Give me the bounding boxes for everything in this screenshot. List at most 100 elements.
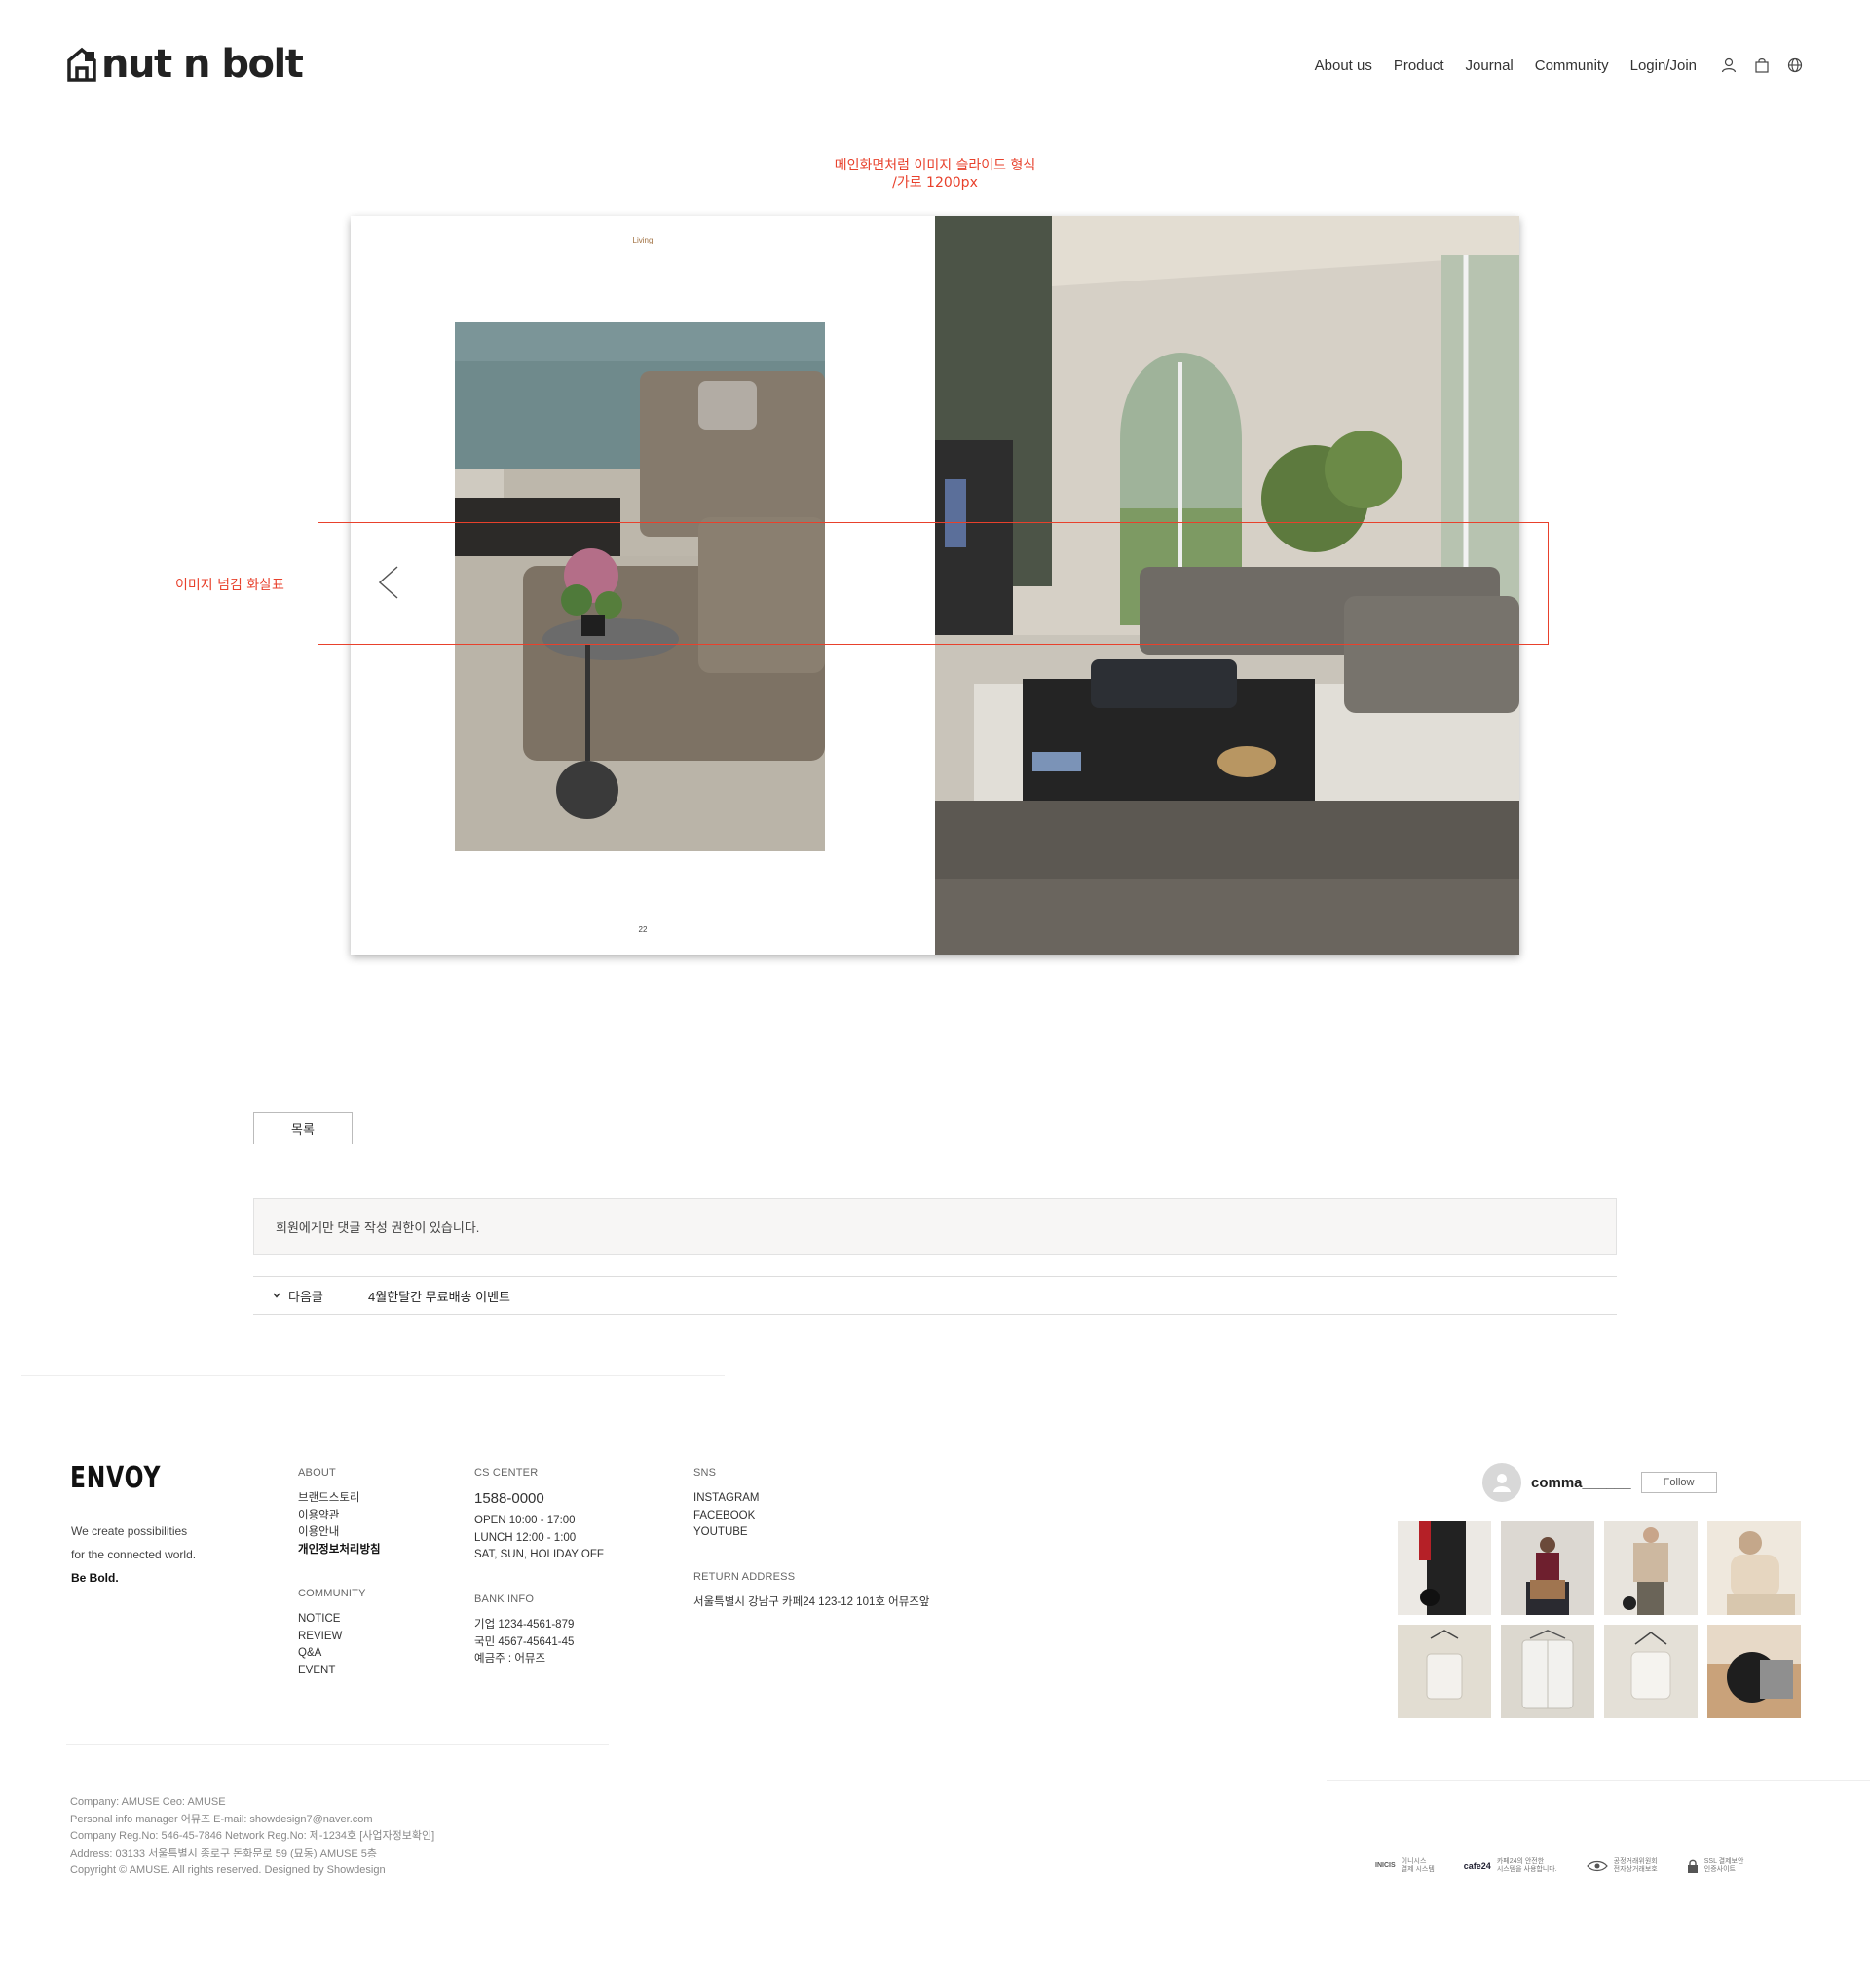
badge-ftc[interactable]: 공정거래위원회 전자상거래보호 <box>1586 1858 1658 1874</box>
footer-divider-right <box>1327 1780 1870 1781</box>
divider <box>21 1375 725 1376</box>
instagram-post[interactable] <box>1501 1625 1594 1718</box>
footer-link-review[interactable]: REVIEW <box>298 1629 342 1646</box>
chevron-down-icon <box>273 1293 280 1298</box>
cafe24-text1: 카페24의 안전한 <box>1496 1858 1545 1865</box>
user-silhouette-icon <box>1493 1474 1511 1492</box>
chevron-left-icon <box>378 566 398 599</box>
instagram-header: comma______ Follow <box>1482 1463 1717 1502</box>
next-post-title[interactable]: 4월한달간 무료배송 이벤트 <box>368 1287 510 1305</box>
ftc-text1: 공정거래위원회 <box>1613 1858 1658 1865</box>
slide-prev-arrow[interactable] <box>374 563 403 602</box>
footer-link-qna[interactable]: Q&A <box>298 1645 342 1663</box>
footer-sns-list: INSTAGRAM FACEBOOK YOUTUBE <box>693 1490 760 1542</box>
instagram-username[interactable]: comma______ <box>1531 1475 1631 1491</box>
footer-about-heading: ABOUT <box>298 1467 336 1479</box>
instagram-post[interactable] <box>1398 1625 1491 1718</box>
footer-link-youtube[interactable]: YOUTUBE <box>693 1524 760 1542</box>
footer-link-notice[interactable]: NOTICE <box>298 1611 342 1629</box>
bag-icon[interactable] <box>1753 56 1771 74</box>
nav-product[interactable]: Product <box>1394 57 1444 74</box>
instagram-post[interactable] <box>1707 1625 1801 1718</box>
bank-holder: 예금주 : 어뮤즈 <box>474 1653 546 1665</box>
ssl-text1: SSL 결제보안 <box>1703 1858 1744 1865</box>
company-line-2: Personal info manager 어뮤즈 E-mail: showde… <box>70 1813 373 1825</box>
inicis-text1: 이니시스 <box>1401 1858 1427 1865</box>
footer-community-list: NOTICE REVIEW Q&A EVENT <box>298 1611 342 1679</box>
cs-hours-open: OPEN 10:00 - 17:00 <box>474 1515 576 1526</box>
nav-community[interactable]: Community <box>1535 57 1609 74</box>
footer-cs-hours: OPEN 10:00 - 17:00 LUNCH 12:00 - 1:00 SA… <box>474 1513 604 1564</box>
instagram-follow-button[interactable]: Follow <box>1640 1472 1717 1493</box>
company-line-4: Address: 03133 서울특별시 종로구 돈화문로 59 (묘동) AM… <box>70 1847 378 1859</box>
logo[interactable]: nut n bolt <box>66 42 304 87</box>
instagram-post[interactable] <box>1604 1625 1698 1718</box>
footer-cs-phone: 1588-0000 <box>474 1490 544 1507</box>
footer-link-instagram[interactable]: INSTAGRAM <box>693 1490 760 1508</box>
list-button[interactable]: 목록 <box>253 1112 353 1144</box>
instagram-post[interactable] <box>1707 1521 1801 1615</box>
slide-annotation-line2: /가로 1200px <box>892 175 978 191</box>
ftc-text2: 전자상거래보호 <box>1613 1866 1658 1873</box>
footer-bank-list: 기업 1234-4561-879 국민 4567-45641-45 예금주 : … <box>474 1617 574 1669</box>
footer-brand: ENVOY <box>70 1461 162 1495</box>
footer-link-brand-story[interactable]: 브랜드스토리 <box>298 1490 381 1508</box>
footer-link-facebook[interactable]: FACEBOOK <box>693 1508 760 1525</box>
logo-text: nut n bolt <box>101 42 304 87</box>
badge-cafe24[interactable]: cafe24 카페24의 안전한 시스템을 사용합니다. <box>1464 1858 1557 1874</box>
instagram-post[interactable] <box>1604 1521 1698 1615</box>
ssl-text2: 인증사이트 <box>1703 1866 1736 1873</box>
footer-tagline: We create possibilities for the connecte… <box>71 1519 196 1590</box>
cafe24-logo: cafe24 <box>1463 1861 1491 1871</box>
footer-divider-left <box>66 1744 609 1745</box>
slide-annotation-line1: 메인화면처럼 이미지 슬라이드 형식 <box>834 158 1036 173</box>
nav-about-us[interactable]: About us <box>1315 57 1372 74</box>
nav-journal[interactable]: Journal <box>1466 57 1514 74</box>
footer-link-event[interactable]: EVENT <box>298 1663 342 1680</box>
instagram-post[interactable] <box>1501 1521 1594 1615</box>
footer-link-guide[interactable]: 이용안내 <box>298 1524 381 1542</box>
badge-inicis[interactable]: INICIS 이니시스 결제 시스템 <box>1375 1858 1435 1874</box>
badge-ssl[interactable]: SSL 결제보안 인증사이트 <box>1687 1858 1744 1874</box>
comment-notice-text: 회원에게만 댓글 작성 권한이 있습니다. <box>276 1219 480 1235</box>
cafe24-text2: 시스템을 사용합니다. <box>1496 1866 1557 1873</box>
nav-login-join[interactable]: Login/Join <box>1630 57 1697 74</box>
logo-house-icon <box>67 47 96 82</box>
footer-link-terms[interactable]: 이용약관 <box>298 1508 381 1525</box>
instagram-grid <box>1398 1521 1801 1718</box>
inicis-logo: INICIS <box>1375 1862 1396 1869</box>
cs-hours-off: SAT, SUN, HOLIDAY OFF <box>474 1549 604 1560</box>
company-info: Company: AMUSE Ceo: AMUSE Personal info … <box>70 1794 434 1880</box>
company-line-3: Company Reg.No: 546-45-7846 Network Reg.… <box>70 1830 435 1842</box>
next-label-text: 다음글 <box>288 1289 323 1304</box>
next-post-label: 다음글 <box>273 1287 368 1305</box>
tagline-line1: We create possibilities <box>71 1524 188 1538</box>
footer-return-address: 서울특별시 강남구 카페24 123-12 101호 어뮤즈앞 <box>693 1596 930 1608</box>
tagline-line2: for the connected world. <box>71 1548 197 1561</box>
globe-icon[interactable] <box>1786 56 1804 74</box>
bank-account-1: 기업 1234-4561-879 <box>474 1619 575 1631</box>
company-line-5: Copyright © AMUSE. All rights reserved. … <box>70 1864 386 1876</box>
main-nav: About us Product Journal Community Login… <box>1293 55 1804 76</box>
page-label: Living <box>632 236 654 244</box>
instagram-avatar[interactable] <box>1482 1463 1521 1502</box>
footer-community-heading: COMMUNITY <box>298 1588 366 1599</box>
page-number: 22 <box>638 925 648 934</box>
arrow-annotation: 이미지 넘김 화살표 <box>175 578 284 593</box>
comment-permission-notice: 회원에게만 댓글 작성 권한이 있습니다. <box>253 1198 1617 1255</box>
slide-annotation: 메인화면처럼 이미지 슬라이드 형식 /가로 1200px <box>740 157 1130 192</box>
next-post-row[interactable]: 다음글 4월한달간 무료배송 이벤트 <box>253 1276 1617 1315</box>
lock-icon <box>1687 1859 1698 1873</box>
footer-link-privacy[interactable]: 개인정보처리방침 <box>298 1542 381 1559</box>
cs-hours-lunch: LUNCH 12:00 - 1:00 <box>474 1531 577 1544</box>
bank-account-2: 국민 4567-45641-45 <box>474 1635 575 1648</box>
footer-cs-heading: CS CENTER <box>474 1467 539 1479</box>
footer-about-list: 브랜드스토리 이용약관 이용안내 개인정보처리방침 <box>298 1490 381 1558</box>
user-icon[interactable] <box>1720 56 1738 74</box>
company-line-1: Company: AMUSE Ceo: AMUSE <box>70 1796 226 1808</box>
tagline-line3: Be Bold. <box>71 1571 119 1585</box>
instagram-post[interactable] <box>1398 1521 1491 1615</box>
footer-return-heading: RETURN ADDRESS <box>693 1571 796 1583</box>
security-badges: INICIS 이니시스 결제 시스템 cafe24 카페24의 안전한 시스템을 사… <box>1375 1858 1773 1874</box>
footer-sns-heading: SNS <box>693 1467 717 1479</box>
